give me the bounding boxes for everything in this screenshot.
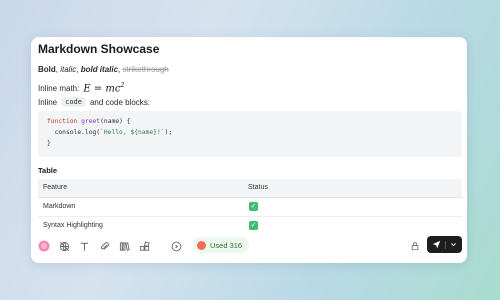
message-content: Markdown Showcase Bold, italic, bold ita…: [31, 37, 467, 231]
usage-badge[interactable]: Used 316: [193, 237, 250, 253]
page-title: Markdown Showcase: [38, 42, 160, 56]
globe-off-icon[interactable]: [57, 239, 71, 253]
send-button[interactable]: [427, 236, 462, 253]
inline-label: Inline: [38, 97, 58, 107]
books-icon[interactable]: [117, 239, 131, 253]
table-cell-feature: Syntax Highlighting: [43, 222, 103, 229]
usage-label: Used 316: [210, 240, 243, 250]
help-icon[interactable]: [169, 239, 183, 253]
inline-suffix: and code blocks:: [89, 97, 151, 107]
table-cell-feature: Markdown: [43, 203, 76, 210]
inline-code-line: Inline code and code blocks:: [38, 97, 150, 107]
code-line-1: function greet(name) {: [47, 118, 130, 125]
chat-card: Markdown Showcase Bold, italic, bold ita…: [31, 37, 467, 263]
table-row: Syntax Highlighting ✓: [38, 217, 462, 231]
code-text: );: [164, 129, 173, 136]
table-header: Feature Status: [38, 179, 462, 198]
lock-icon[interactable]: [408, 239, 422, 253]
checkmark-icon: ✓: [249, 221, 258, 230]
bold-italic-text: bold italic: [80, 65, 119, 74]
inline-math-label: Inline math:: [38, 83, 80, 93]
table-header-cell: Status: [248, 184, 268, 191]
inline-math-line: Inline math: E = mc2: [38, 82, 124, 94]
math-exponent: 2: [120, 82, 125, 89]
code-line-3: }: [47, 140, 51, 147]
table-header-cell: Feature: [43, 184, 68, 191]
paperclip-icon[interactable]: [97, 239, 111, 253]
strikethrough-text: strikethrough: [122, 65, 169, 74]
code-text: }: [47, 140, 51, 147]
chevron-down-icon[interactable]: [450, 241, 457, 248]
bold-text: Bold: [38, 65, 56, 74]
formatting-line: Bold, italic, bold italic, strikethrough: [38, 65, 169, 74]
inline-code: code: [61, 97, 86, 107]
code-text: console.log(: [47, 129, 101, 136]
code-string: `Hello, ${name}!`: [100, 129, 165, 136]
code-text: (name) {: [100, 118, 131, 125]
code-function-name: greet: [81, 118, 101, 125]
code-block: function greet(name) { console.log(`Hell…: [38, 111, 462, 157]
math-formula-text: E = mc: [83, 83, 121, 95]
blocks-icon[interactable]: [137, 239, 151, 253]
code-keyword: function: [47, 118, 78, 125]
table-row: Markdown ✓: [38, 198, 462, 217]
italic-text: italic: [60, 65, 77, 74]
composer-toolbar: Used 316: [31, 231, 467, 263]
avatar-icon[interactable]: [37, 239, 51, 253]
send-icon: [432, 240, 441, 249]
usage-icon: [197, 240, 206, 250]
checkmark-icon: ✓: [249, 202, 258, 211]
button-divider: [445, 241, 446, 249]
code-line-2: console.log(`Hello, ${name}!`);: [47, 129, 173, 136]
table-title: Table: [38, 166, 58, 175]
math-formula: E = mc2: [83, 82, 124, 94]
text-format-icon[interactable]: [77, 239, 91, 253]
